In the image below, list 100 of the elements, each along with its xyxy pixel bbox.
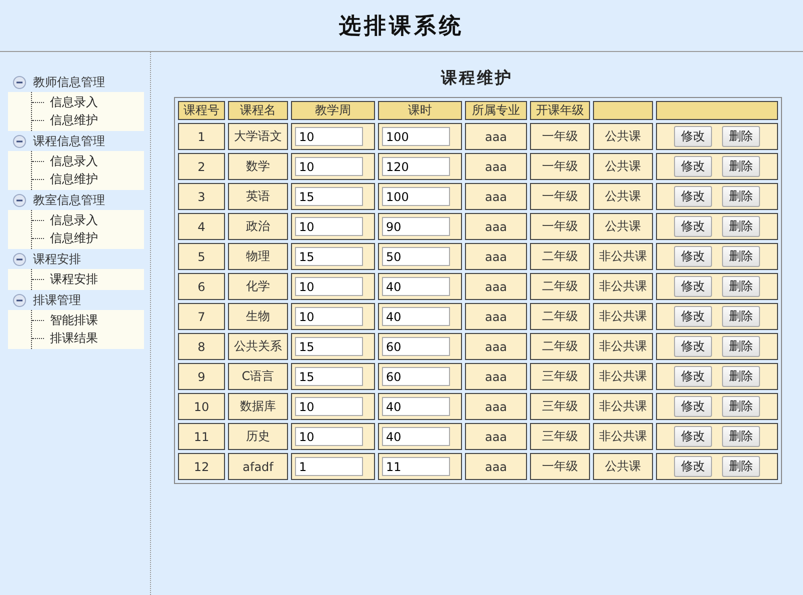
edit-button[interactable]: 修改 xyxy=(674,456,712,477)
collapse-icon[interactable] xyxy=(13,76,26,88)
table-cell: 历史 xyxy=(228,423,288,450)
table-cell: 三年级 xyxy=(530,393,590,420)
hours-field[interactable]: 40 xyxy=(382,427,450,446)
edit-button[interactable]: 修改 xyxy=(674,186,712,207)
menu-item[interactable]: 信息录入 xyxy=(50,212,98,228)
hours-field[interactable]: 40 xyxy=(382,307,450,326)
weeks-field[interactable]: 10 xyxy=(295,217,363,236)
menu-item[interactable]: 信息维护 xyxy=(50,230,98,246)
table-cell: 6 xyxy=(178,273,225,300)
edit-button[interactable]: 修改 xyxy=(674,396,712,417)
table-cell: 二年级 xyxy=(530,243,590,270)
hours-field[interactable]: 60 xyxy=(382,337,450,356)
edit-button[interactable]: 修改 xyxy=(674,306,712,327)
table-cell: 生物 xyxy=(228,303,288,330)
delete-button[interactable]: 删除 xyxy=(722,126,760,147)
menu-group-label[interactable]: 排课管理 xyxy=(33,292,81,308)
table-cell: 非公共课 xyxy=(593,363,653,390)
edit-button[interactable]: 修改 xyxy=(674,336,712,357)
table-cell: 3 xyxy=(178,183,225,210)
table-cell: aaa xyxy=(465,453,527,480)
delete-button[interactable]: 删除 xyxy=(722,456,760,477)
delete-button[interactable]: 删除 xyxy=(722,156,760,177)
table-cell: 一年级 xyxy=(530,123,590,150)
table-cell: aaa xyxy=(465,363,527,390)
hours-field[interactable]: 50 xyxy=(382,247,450,266)
hours-field[interactable]: 100 xyxy=(382,127,450,146)
edit-button[interactable]: 修改 xyxy=(674,366,712,387)
hours-field[interactable]: 40 xyxy=(382,397,450,416)
table-cell: 三年级 xyxy=(530,423,590,450)
hours-field[interactable]: 90 xyxy=(382,217,450,236)
edit-button[interactable]: 修改 xyxy=(674,156,712,177)
delete-button[interactable]: 删除 xyxy=(722,186,760,207)
delete-button[interactable]: 删除 xyxy=(722,246,760,267)
table-cell: aaa xyxy=(465,123,527,150)
delete-button[interactable]: 删除 xyxy=(722,276,760,297)
delete-button[interactable]: 删除 xyxy=(722,396,760,417)
delete-button[interactable]: 删除 xyxy=(722,426,760,447)
table-cell: aaa xyxy=(465,153,527,180)
table-cell: aaa xyxy=(465,243,527,270)
weeks-field[interactable]: 10 xyxy=(295,127,363,146)
table-cell: 二年级 xyxy=(530,273,590,300)
delete-button[interactable]: 删除 xyxy=(722,216,760,237)
weeks-field[interactable]: 10 xyxy=(295,427,363,446)
table-cell: aaa xyxy=(465,303,527,330)
table-cell: 非公共课 xyxy=(593,273,653,300)
menu-item[interactable]: 信息维护 xyxy=(50,170,98,188)
delete-button[interactable]: 删除 xyxy=(722,336,760,357)
edit-button[interactable]: 修改 xyxy=(674,426,712,447)
table-cell: aaa xyxy=(465,333,527,360)
weeks-field[interactable]: 1 xyxy=(295,457,363,476)
menu-group-label[interactable]: 课程信息管理 xyxy=(33,132,105,150)
page-heading: 课程维护 xyxy=(441,68,513,89)
menu-item[interactable]: 排课结果 xyxy=(50,330,98,346)
table-cell: 三年级 xyxy=(530,363,590,390)
weeks-field[interactable]: 10 xyxy=(295,397,363,416)
menu-group-label[interactable]: 教室信息管理 xyxy=(33,192,105,208)
weeks-field[interactable]: 15 xyxy=(295,367,363,386)
table-cell: 二年级 xyxy=(530,333,590,360)
weeks-field[interactable]: 15 xyxy=(295,187,363,206)
weeks-field[interactable]: 15 xyxy=(295,337,363,356)
menu-item[interactable]: 信息维护 xyxy=(50,112,98,128)
edit-button[interactable]: 修改 xyxy=(674,246,712,267)
edit-button[interactable]: 修改 xyxy=(674,126,712,147)
edit-button[interactable]: 修改 xyxy=(674,276,712,297)
collapse-icon[interactable] xyxy=(13,294,26,306)
table-cell: 英语 xyxy=(228,183,288,210)
menu-item[interactable]: 信息录入 xyxy=(50,94,98,110)
menu-group-label[interactable]: 课程安排 xyxy=(33,250,81,268)
table-cell: 公共课 xyxy=(593,123,653,150)
hours-field[interactable]: 100 xyxy=(382,187,450,206)
collapse-icon[interactable] xyxy=(13,252,26,266)
menu-item[interactable]: 课程安排 xyxy=(50,270,98,288)
table-cell: 政治 xyxy=(228,213,288,240)
weeks-field[interactable]: 10 xyxy=(295,277,363,296)
edit-button[interactable]: 修改 xyxy=(674,216,712,237)
hours-field[interactable]: 11 xyxy=(382,457,450,476)
weeks-field[interactable]: 10 xyxy=(295,157,363,176)
delete-button[interactable]: 删除 xyxy=(722,306,760,327)
hours-field[interactable]: 120 xyxy=(382,157,450,176)
menu-item[interactable]: 智能排课 xyxy=(50,312,98,328)
table-cell: 公共课 xyxy=(593,183,653,210)
hours-field[interactable]: 60 xyxy=(382,367,450,386)
table-cell: 数学 xyxy=(228,153,288,180)
table-cell: 12 xyxy=(178,453,225,480)
table-cell: 化学 xyxy=(228,273,288,300)
collapse-icon[interactable] xyxy=(13,194,26,206)
collapse-icon[interactable] xyxy=(13,134,26,148)
delete-button[interactable]: 删除 xyxy=(722,366,760,387)
column-header: 教学周 xyxy=(291,101,375,120)
weeks-field[interactable]: 10 xyxy=(295,307,363,326)
table-cell: aaa xyxy=(465,273,527,300)
table-cell: C语言 xyxy=(228,363,288,390)
menu-group-label[interactable]: 教师信息管理 xyxy=(33,74,105,90)
table-cell: 非公共课 xyxy=(593,393,653,420)
table-cell: 一年级 xyxy=(530,453,590,480)
hours-field[interactable]: 40 xyxy=(382,277,450,296)
menu-item[interactable]: 信息录入 xyxy=(50,152,98,170)
weeks-field[interactable]: 15 xyxy=(295,247,363,266)
